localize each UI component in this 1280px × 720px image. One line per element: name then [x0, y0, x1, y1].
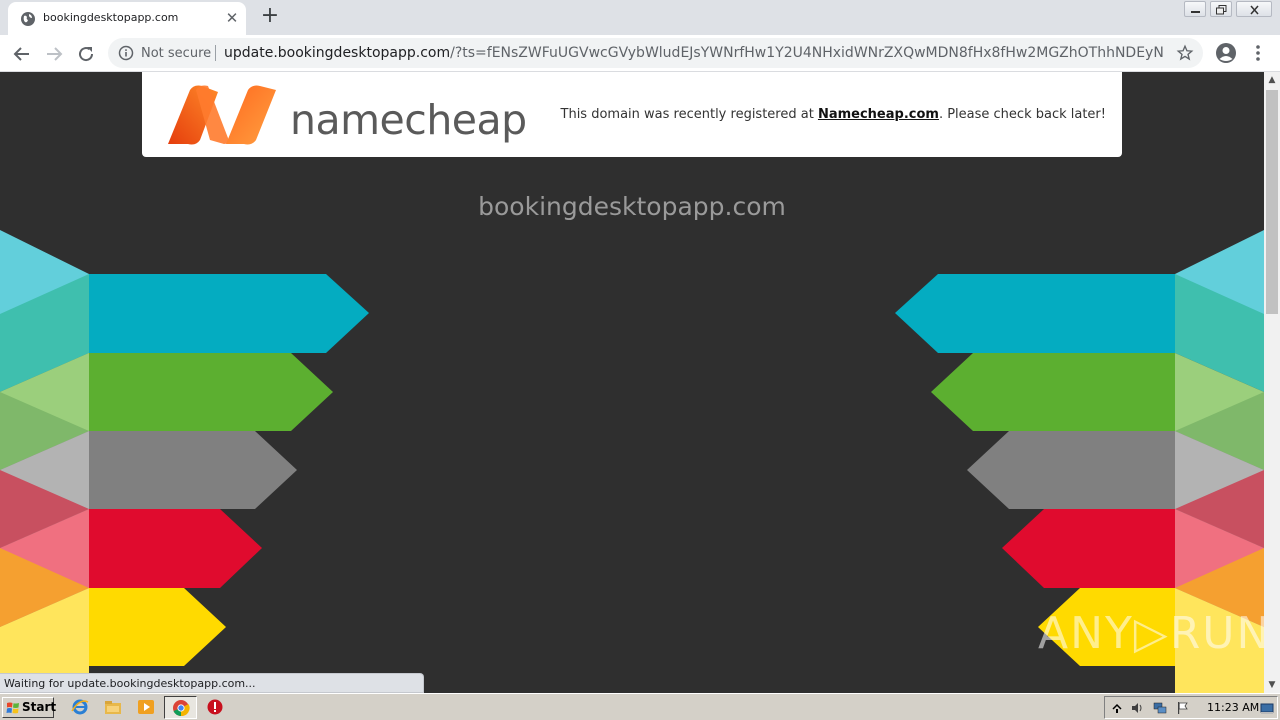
reload-icon[interactable] [74, 42, 98, 66]
anyrun-watermark: ANY▷RUN [1038, 608, 1264, 659]
close-icon [1250, 5, 1259, 15]
windows-taskbar: Start 11:23 AM [0, 693, 1280, 720]
start-label: Start [22, 700, 57, 714]
namecheap-logo-icon [168, 85, 276, 145]
system-tray: 11:23 AM [1104, 696, 1278, 719]
registration-notice: This domain was recently registered at N… [561, 107, 1106, 122]
namecheap-link[interactable]: Namecheap.com [818, 107, 939, 122]
stop-sign-icon[interactable] [206, 698, 224, 716]
vertical-scrollbar[interactable]: ▲ ▼ [1264, 72, 1280, 693]
url-text[interactable]: update.bookingdesktopapp.com/?ts=fENsZWF… [224, 45, 1164, 61]
notice-suffix: . Please check back later! [938, 107, 1106, 122]
right-arrow-cyan [895, 274, 1175, 353]
file-explorer-icon[interactable] [104, 698, 122, 716]
back-arrow-icon[interactable] [10, 42, 34, 66]
right-arrow-green [931, 353, 1175, 431]
left-arrow-cyan [89, 274, 369, 353]
namecheap-wordmark: namecheap [290, 96, 527, 144]
speaker-icon[interactable] [1130, 701, 1144, 715]
system-clock[interactable]: 11:23 AM [1207, 701, 1259, 714]
taskbar-chrome-button[interactable] [164, 696, 197, 719]
minimize-button[interactable] [1184, 1, 1206, 17]
close-window-button[interactable] [1236, 1, 1272, 17]
left-side-stripes [0, 230, 89, 693]
right-arrow-gray [967, 431, 1175, 509]
notice-prefix: This domain was recently registered at [560, 107, 818, 122]
start-button[interactable]: Start [2, 697, 57, 718]
right-arrow-red [1002, 509, 1175, 588]
restore-icon [1216, 5, 1227, 15]
left-arrow-gray [89, 431, 297, 509]
browser-tab[interactable]: bookingdesktopapp.com ✕ [8, 2, 246, 35]
star-bookmark-icon[interactable] [1176, 44, 1194, 62]
chevron-up-icon[interactable] [1110, 701, 1124, 715]
forward-arrow-icon[interactable] [42, 42, 66, 66]
minimize-icon [1191, 11, 1200, 13]
new-tab-button[interactable]: + [259, 5, 281, 27]
browser-toolbar: Not secure update.bookingdesktopapp.com/… [0, 35, 1280, 72]
address-bar[interactable]: Not secure update.bookingdesktopapp.com/… [108, 38, 1203, 68]
scroll-down-arrow-icon[interactable]: ▼ [1264, 677, 1280, 693]
domain-heading: bookingdesktopapp.com [478, 192, 786, 221]
restore-button[interactable] [1210, 1, 1232, 17]
scroll-up-arrow-icon[interactable]: ▲ [1264, 72, 1280, 88]
info-icon[interactable] [118, 45, 134, 61]
left-arrow-green [89, 353, 333, 431]
media-player-icon[interactable] [137, 698, 155, 716]
kebab-menu-icon[interactable] [1250, 43, 1266, 63]
tab-title: bookingdesktopapp.com [43, 11, 179, 24]
chrome-icon [173, 700, 190, 717]
left-arrow-red [89, 509, 262, 588]
left-arrow-yellow [89, 588, 226, 666]
internet-explorer-icon[interactable] [71, 698, 89, 716]
show-desktop-icon[interactable] [1260, 701, 1274, 715]
loading-status: Waiting for update.bookingdesktopapp.com… [0, 673, 424, 693]
close-tab-icon[interactable]: ✕ [224, 10, 240, 26]
browser-tab-strip: bookingdesktopapp.com ✕ + [0, 0, 1280, 35]
divider [215, 45, 216, 61]
windows-flag-icon [6, 702, 19, 714]
security-status[interactable]: Not secure [141, 46, 211, 61]
action-center-flag-icon[interactable] [1176, 701, 1190, 715]
url-host: update.bookingdesktopapp.com [224, 45, 451, 61]
url-path: /?ts=fENsZWFuUGVwcGVybWludEJsYWNrfHw1Y2U… [450, 45, 1164, 61]
globe-icon [21, 12, 35, 26]
profile-avatar-icon[interactable] [1215, 42, 1237, 64]
page-viewport: namecheap This domain was recently regis… [0, 72, 1264, 693]
namecheap-header: namecheap This domain was recently regis… [142, 72, 1122, 157]
network-icon[interactable] [1153, 701, 1167, 715]
scrollbar-thumb[interactable] [1266, 90, 1278, 314]
decorative-arrows [0, 230, 1264, 693]
